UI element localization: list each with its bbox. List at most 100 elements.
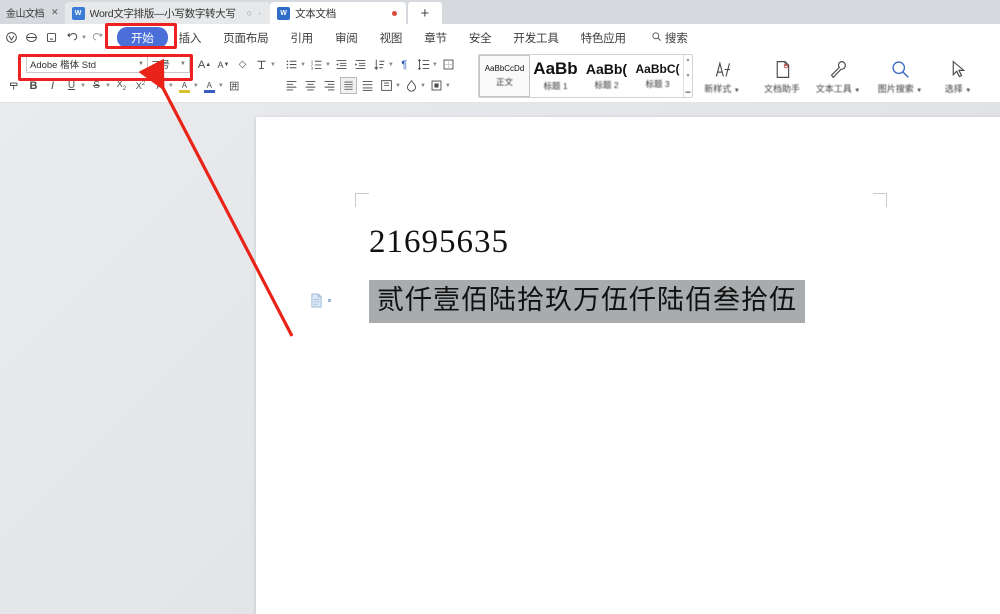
styles-gallery: AaBbCcDd 正文 AaBb 标题 1 AaBb( 标题 2 AaBbC( … [478,54,693,98]
more-styles-icon[interactable]: ▬ [686,89,691,95]
ribbon-tabs: 开始 插入 页面布局 引用 审阅 视图 章节 安全 开发工具 特色应用 搜索 [116,27,688,48]
decrease-indent-icon[interactable] [333,56,350,73]
align-center-icon[interactable] [302,77,319,94]
grow-font-icon[interactable]: A ▲ [196,56,213,73]
chevron-down-icon[interactable]: ▼ [395,83,401,89]
undo-icon[interactable] [63,29,80,46]
document-number-line: 21695635 [369,224,509,260]
sort-icon[interactable] [371,56,388,73]
align-right-icon[interactable] [321,77,338,94]
highlight-box-start-tab [105,23,177,49]
align-left-icon[interactable] [283,77,300,94]
char-border-icon[interactable]: 囲 [226,77,243,94]
bullet-list-icon[interactable] [283,56,300,73]
document-assistant-button[interactable]: 文档助手 [754,54,810,99]
margin-mark-top-right [873,193,887,207]
font-color-icon[interactable]: A [201,77,218,94]
paragraph-layout-icon[interactable] [378,77,395,94]
new-style-icon [712,59,733,80]
margin-mark-top-left [355,193,369,207]
select-button[interactable]: 选择 ▼ [930,54,986,99]
shrink-font-icon[interactable]: A ▼ [215,56,232,73]
document-page[interactable]: 21695635 贰仟壹佰陆拾玖万伍仟陆佰叁拾伍 [256,117,1000,614]
ribbon-tab-developer[interactable]: 开发工具 [502,28,569,48]
undo-dropdown-icon[interactable]: ▼ [81,35,87,41]
chevron-down-icon: ▼ [965,87,972,94]
new-tab-button[interactable]: + [407,2,442,24]
style-preview: AaBb [533,59,578,78]
pinyin-guide-icon[interactable] [253,56,270,73]
table-borders-icon[interactable] [428,77,445,94]
justify-icon[interactable] [340,77,357,94]
magnifier-icon [651,31,662,45]
borders-icon[interactable] [440,56,457,73]
print-icon[interactable] [43,29,60,46]
doc-tab-label: 文本文档 [295,7,336,20]
chevron-down-icon[interactable]: ▼ [432,62,438,68]
save-icon[interactable] [23,29,40,46]
word-doc-icon: W [71,6,85,20]
ribbon-tab-featured-apps[interactable]: 特色应用 [570,28,637,48]
ribbon-tab-reference[interactable]: 引用 [279,28,324,48]
chevron-down-icon[interactable]: ▼ [445,83,451,89]
document-assistant-label: 文档助手 [763,83,800,94]
chevron-down-icon[interactable]: ▼ [218,83,224,89]
show-marks-icon[interactable]: ¶ [396,56,413,73]
comment-icon[interactable]: ○ [247,8,252,18]
text-tools-button[interactable]: 文本工具 ▼ [810,54,866,99]
wps-logo-icon[interactable] [3,29,20,46]
chevron-down-icon[interactable]: ▼ [388,62,394,68]
chevron-down-icon[interactable]: ▼ [270,62,276,68]
unsaved-dot-icon [391,10,397,16]
chevron-down-icon: ▼ [854,87,861,94]
ribbon-search[interactable]: 搜索 [651,30,688,46]
style-preview: AaBbC( [635,61,680,76]
highlighted-text-wrapper: 贰仟壹佰陆拾玖万伍仟陆佰叁拾伍 [369,278,805,323]
select-label: 选择 [944,83,963,94]
clear-format-icon[interactable]: ◇ [234,56,251,73]
document-assistant-icon [772,59,793,80]
highlight-box-font-name [18,54,193,81]
chevron-down-icon[interactable]: ▼ [686,73,691,79]
line-spacing-icon[interactable] [415,56,432,73]
ribbon-tab-section[interactable]: 章节 [413,28,458,48]
image-search-button[interactable]: 图片搜索 ▼ [872,54,928,99]
paragraph-mark-icon [310,293,331,308]
tab-menu-icon[interactable]: · [258,8,261,18]
style-item-heading-3[interactable]: AaBbC( 标题 3 [632,55,683,97]
chevron-down-icon[interactable]: ▼ [168,83,174,89]
tabstrip-spacer [442,0,1000,24]
chevron-down-icon: ▼ [916,87,923,94]
ribbon-tab-review[interactable]: 审阅 [324,28,369,48]
style-label: 标题 1 [543,81,568,91]
doc-tab-textdoc[interactable]: W 文本文档 [270,2,406,24]
highlighted-text[interactable]: 贰仟壹佰陆拾玖万伍仟陆佰叁拾伍 [369,280,805,323]
chevron-down-icon[interactable]: ▼ [80,83,86,89]
style-preview: AaBbCcDd [484,63,525,73]
close-icon[interactable]: ✕ [51,7,59,18]
distribute-icon[interactable] [359,77,376,94]
increase-indent-icon[interactable] [352,56,369,73]
style-item-body[interactable]: AaBbCcDd 正文 [479,55,530,97]
numbered-list-icon[interactable]: 123 [308,56,325,73]
tab-strip: 金山文档 ✕ W Word文字排版—小写数字转大写 ○ · W 文本文档 + [0,0,1000,24]
text-tools-label: 文本工具 [815,83,852,94]
chevron-down-icon[interactable]: ▼ [105,83,111,89]
style-item-heading-2[interactable]: AaBb( 标题 2 [581,55,632,97]
image-search-icon [890,59,911,80]
app-left-area: 金山文档 ✕ [0,0,65,24]
chevron-up-icon[interactable]: ▲ [686,57,691,63]
wps-doc-icon: W [277,6,291,20]
chevron-down-icon[interactable]: ▼ [193,83,199,89]
ribbon-tab-view[interactable]: 视图 [369,28,414,48]
chevron-down-icon[interactable]: ▼ [325,62,331,68]
ribbon-tab-security[interactable]: 安全 [458,28,503,48]
gallery-scrollbar[interactable]: ▲ ▼ ▬ [683,55,692,97]
doc-tab-word[interactable]: W Word文字排版—小写数字转大写 ○ · [64,2,271,24]
shading-icon[interactable] [403,77,420,94]
chevron-down-icon[interactable]: ▼ [420,83,426,89]
ribbon-tab-page-layout[interactable]: 页面布局 [212,28,279,48]
style-item-heading-1[interactable]: AaBb 标题 1 [530,55,581,97]
new-style-button[interactable]: 新样式 ▼ [694,54,750,99]
chevron-down-icon[interactable]: ▼ [300,62,306,68]
